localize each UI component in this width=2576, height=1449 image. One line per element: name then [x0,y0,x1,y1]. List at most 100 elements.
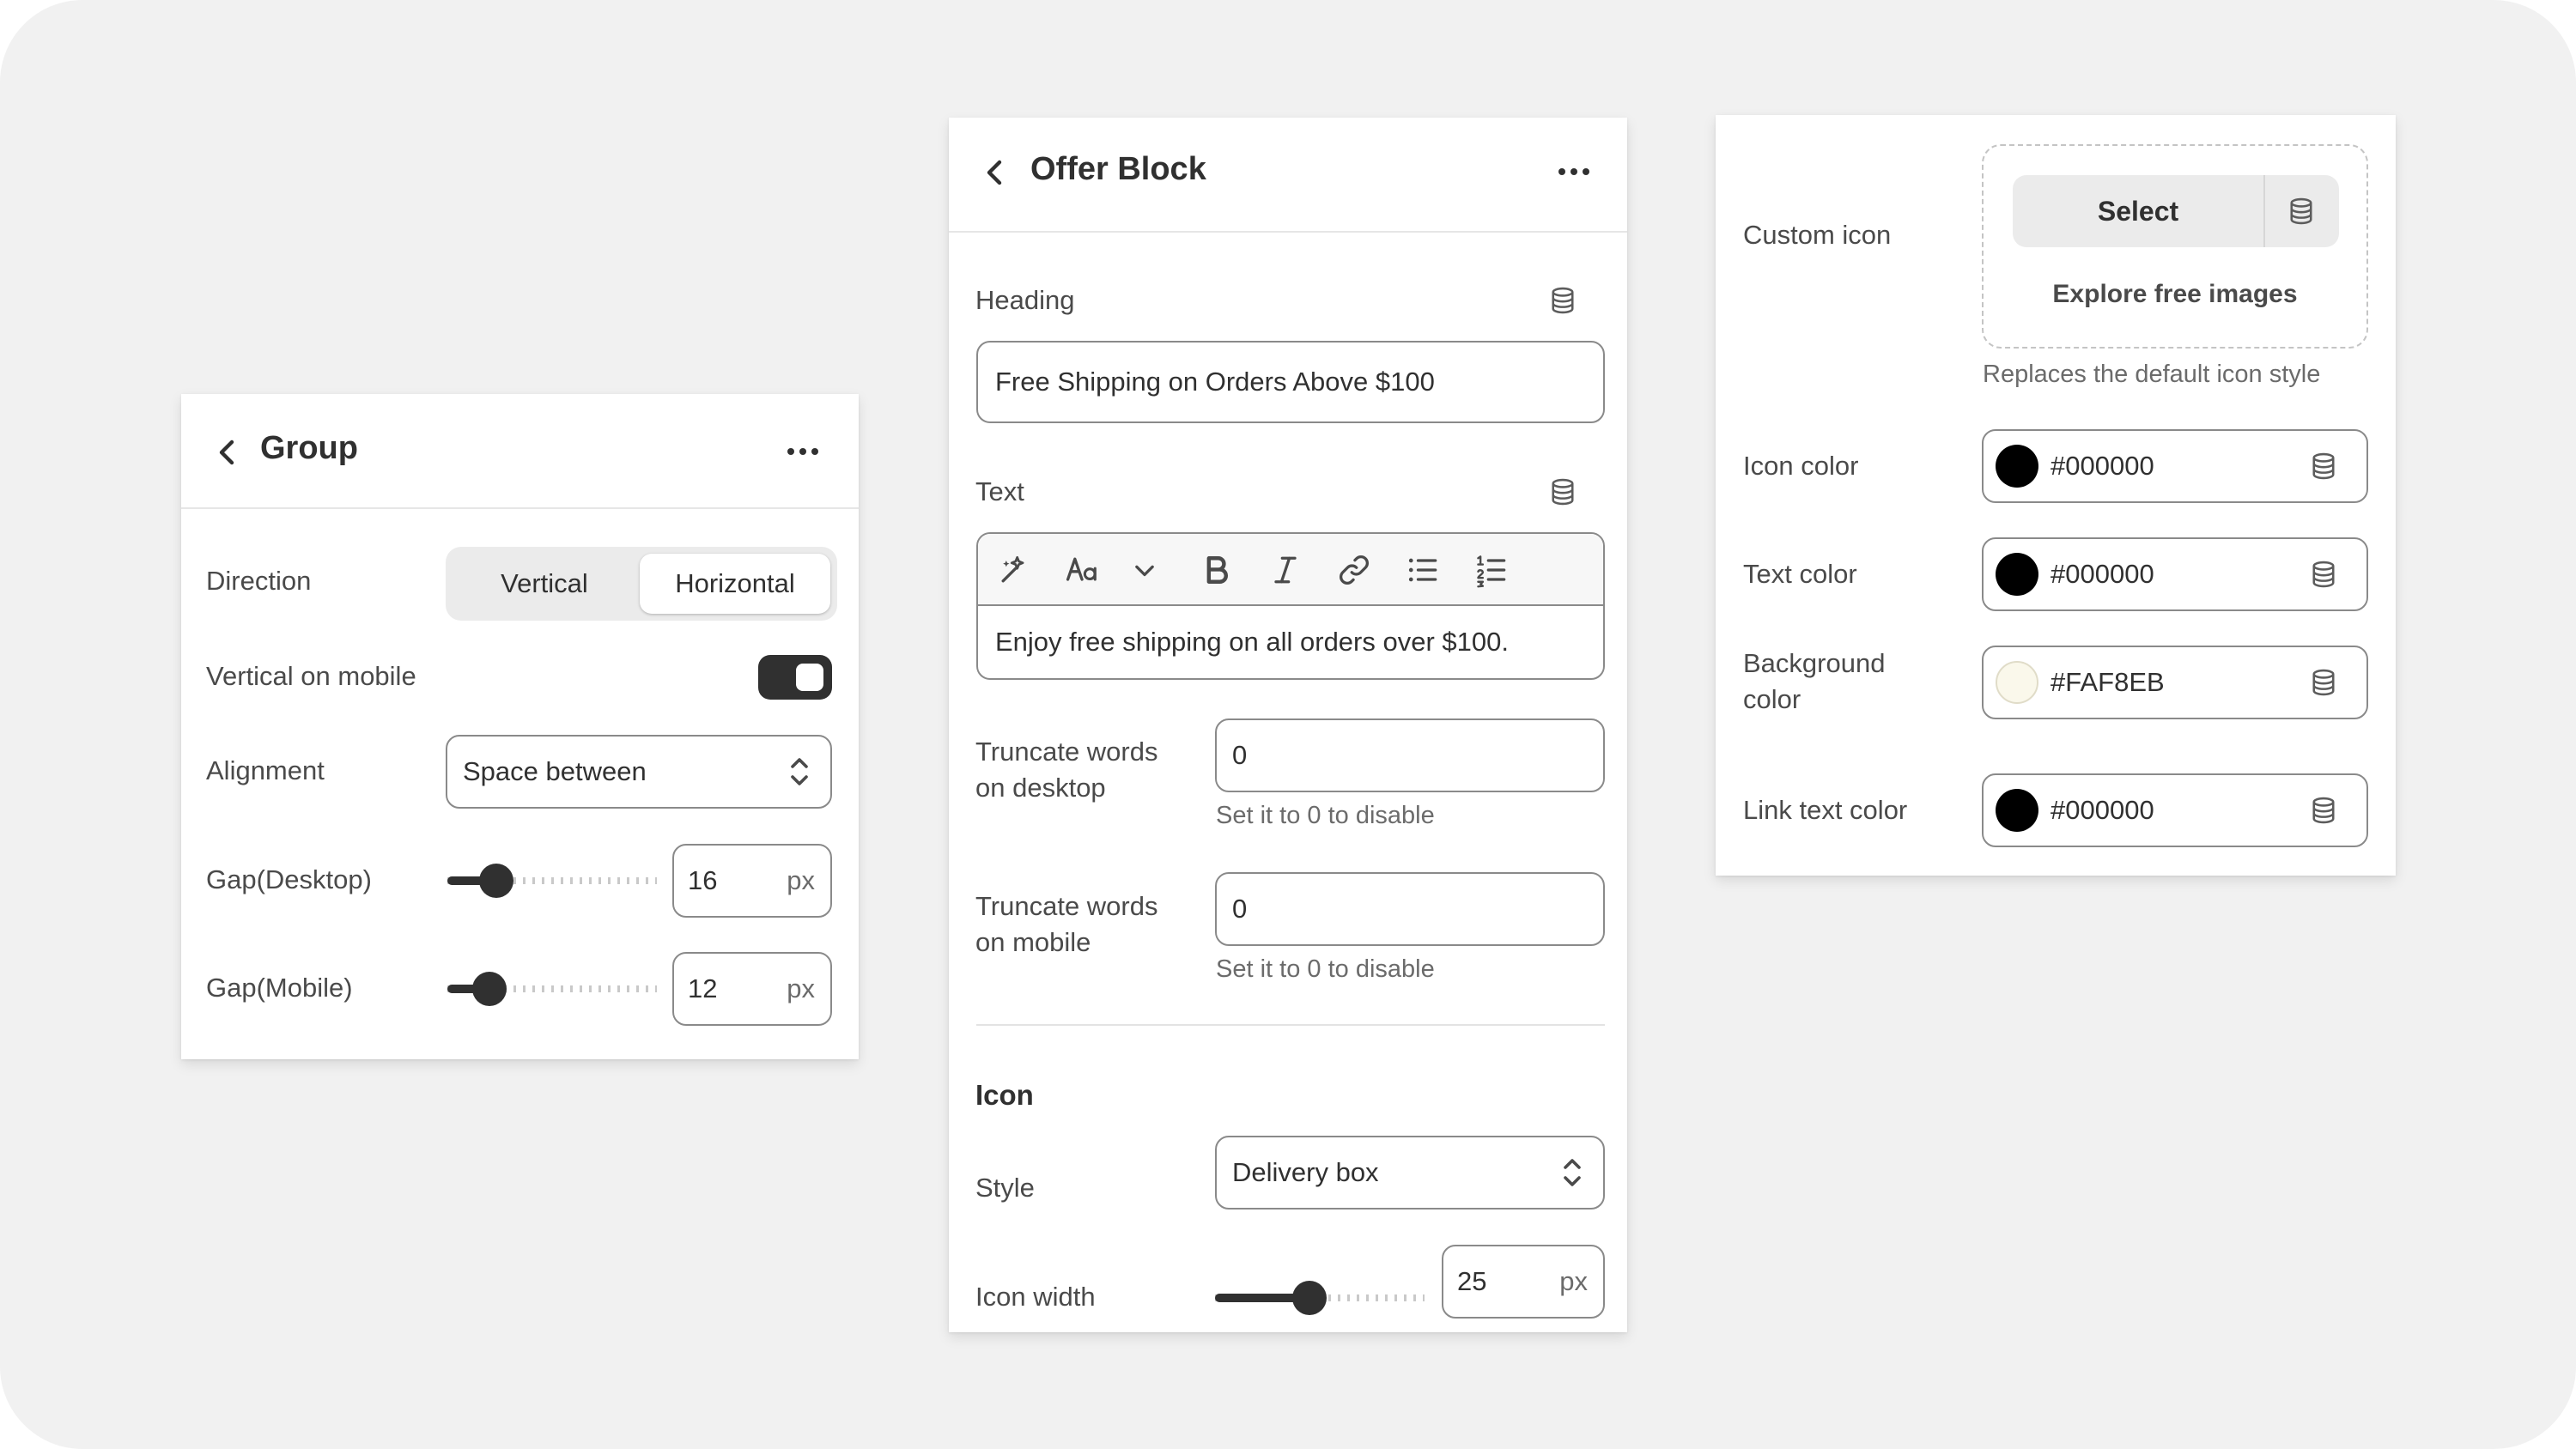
group-panel-header: Group [181,394,859,509]
icon-color-hex: #000000 [2050,451,2154,481]
slider-thumb[interactable] [478,864,513,898]
truncate-desktop-label-line2: on desktop [975,773,1106,803]
background-color-picker[interactable]: #FAF8EB [1982,646,2368,719]
select-image-button[interactable]: Select [2013,175,2265,247]
truncate-desktop-input[interactable]: 0 [1215,718,1605,792]
alignment-select[interactable]: Space between [446,735,832,809]
dynamic-source-icon[interactable] [2308,559,2339,590]
numbered-list-icon[interactable] [1473,551,1510,589]
back-arrow-icon[interactable] [978,155,1012,190]
explore-free-images-link[interactable]: Explore free images [1984,280,2366,309]
icon-color-swatch[interactable] [1996,445,2038,488]
bold-icon[interactable] [1198,551,1236,589]
gap-desktop-input[interactable]: 16 px [672,844,832,918]
link-icon[interactable] [1335,551,1373,589]
dynamic-source-icon[interactable] [2286,196,2317,227]
more-options-icon[interactable] [784,439,822,464]
icon-style-value: Delivery box [1232,1157,1379,1187]
bullet-list-icon[interactable] [1404,551,1442,589]
truncate-desktop-help: Set it to 0 to disable [1216,802,1435,829]
page-title: Group [260,430,358,466]
gap-desktop-label: Gap(Desktop) [206,864,372,894]
truncate-mobile-help: Set it to 0 to disable [1216,955,1435,983]
link-text-color-label: Link text color [1743,795,1908,825]
icon-style-select[interactable]: Delivery box [1215,1136,1605,1210]
rich-text-editor[interactable]: Enjoy free shipping on all orders over $… [976,532,1605,680]
link-text-color-picker[interactable]: #000000 [1982,773,2368,847]
custom-icon-dropzone[interactable]: Select Explore free images [1982,144,2368,349]
icon-color-picker[interactable]: #000000 [1982,429,2368,503]
vertical-on-mobile-toggle[interactable] [758,655,832,700]
slider-thumb[interactable] [471,972,507,1006]
alignment-label: Alignment [206,755,325,785]
more-options-icon[interactable] [1555,159,1593,185]
canvas: Group Direction Vertical Horizontal Vert… [0,0,2576,1449]
dynamic-source-icon[interactable] [2308,667,2339,698]
background-color-swatch[interactable] [1996,661,2038,704]
background-color-label-line1: Background [1743,648,1886,678]
slider-thumb[interactable] [1291,1281,1327,1315]
gap-mobile-unit: px [787,973,815,1003]
chevron-down-icon[interactable] [1126,551,1163,589]
rich-text-content: Enjoy free shipping on all orders over $… [995,627,1509,657]
gap-desktop-value: 16 [688,865,718,895]
gap-mobile-value: 12 [688,973,718,1003]
heading-label: Heading [975,285,1075,315]
section-divider [976,1024,1605,1026]
gap-mobile-label: Gap(Mobile) [206,973,353,1003]
italic-icon[interactable] [1267,551,1304,589]
back-arrow-icon[interactable] [210,435,245,470]
dynamic-source-icon[interactable] [1547,476,1578,507]
dynamic-source-icon[interactable] [2308,795,2339,826]
vertical-on-mobile-label: Vertical on mobile [206,661,416,691]
offer-block-panel: Offer Block Heading Free Shipping on Ord… [949,118,1627,1332]
font-size-icon[interactable] [1064,551,1102,589]
direction-vertical-option[interactable]: Vertical [453,554,636,614]
heading-input[interactable]: Free Shipping on Orders Above $100 [976,341,1605,423]
toggle-knob [796,664,823,691]
text-color-swatch[interactable] [1996,553,2038,596]
text-color-picker[interactable]: #000000 [1982,537,2368,611]
chevron-updown-icon [1560,1155,1584,1190]
chevron-updown-icon [787,755,811,789]
dynamic-source-icon[interactable] [2308,451,2339,482]
background-color-hex: #FAF8EB [2050,667,2165,697]
custom-icon-label: Custom icon [1743,220,1892,250]
background-color-label-line2: color [1743,684,1801,714]
gap-desktop-slider[interactable] [447,864,657,898]
direction-label: Direction [206,566,312,596]
rich-text-toolbar [978,534,1603,606]
gap-desktop-unit: px [787,865,815,895]
background-color-label: Background color [1743,646,1885,718]
dynamic-source-icon[interactable] [1547,285,1578,316]
truncate-mobile-label-line2: on mobile [975,927,1091,957]
link-text-color-hex: #000000 [2050,795,2154,825]
text-color-hex: #000000 [2050,559,2154,589]
gap-mobile-slider[interactable] [447,972,657,1006]
icon-color-label: Icon color [1743,451,1859,481]
icon-section-heading: Icon [975,1079,1034,1111]
truncate-desktop-value: 0 [1232,740,1248,770]
page-title: Offer Block [1030,151,1206,187]
truncate-desktop-label-line1: Truncate words [975,737,1158,767]
icon-width-input[interactable]: 25 px [1442,1245,1605,1319]
custom-icon-select-group: Select [2013,175,2339,247]
truncate-mobile-label: Truncate words on mobile [975,888,1158,961]
link-text-color-swatch[interactable] [1996,789,2038,832]
icon-settings-panel: Custom icon Select Explore free images R… [1716,115,2396,876]
custom-icon-help: Replaces the default icon style [1983,361,2321,388]
text-label: Text [975,476,1024,506]
alignment-select-value: Space between [463,756,647,786]
truncate-mobile-value: 0 [1232,894,1248,924]
truncate-mobile-label-line1: Truncate words [975,891,1158,921]
icon-width-slider[interactable] [1215,1281,1425,1315]
text-color-label: Text color [1743,559,1857,589]
icon-width-unit: px [1559,1266,1588,1296]
icon-width-value: 25 [1457,1266,1487,1296]
magic-icon[interactable] [995,551,1033,589]
gap-mobile-input[interactable]: 12 px [672,952,832,1026]
direction-horizontal-option[interactable]: Horizontal [640,554,830,614]
style-label: Style [975,1173,1035,1203]
truncate-mobile-input[interactable]: 0 [1215,872,1605,946]
direction-segmented-control: Vertical Horizontal [446,547,837,621]
